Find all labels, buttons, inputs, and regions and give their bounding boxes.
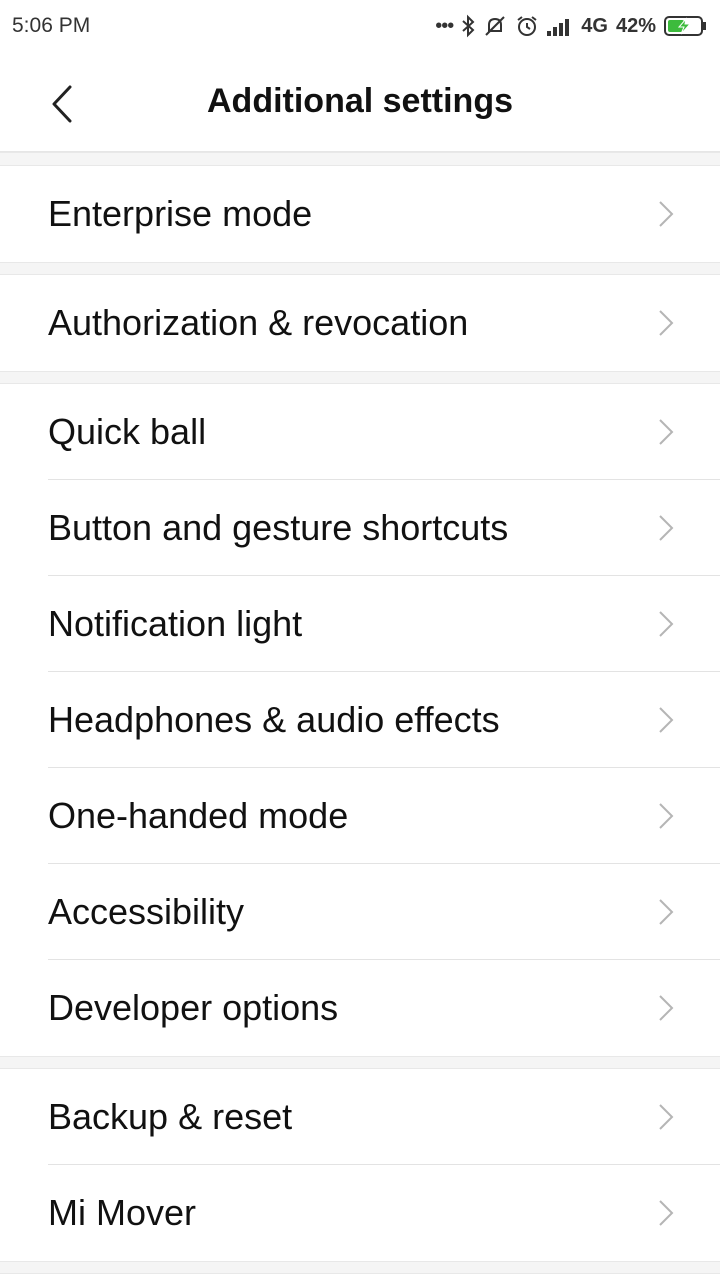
group-separator — [0, 152, 720, 166]
page-title: Additional settings — [207, 82, 513, 120]
list-item-one-handed-mode[interactable]: One-handed mode — [0, 768, 720, 864]
list-item-backup-reset[interactable]: Backup & reset — [0, 1069, 720, 1165]
list-item-authorization-revocation[interactable]: Authorization & revocation — [0, 275, 720, 371]
chevron-right-icon — [658, 898, 674, 926]
list-item-mi-mover[interactable]: Mi Mover — [0, 1165, 720, 1261]
signal-icon — [547, 16, 573, 36]
list-item-quick-ball[interactable]: Quick ball — [0, 384, 720, 480]
status-time: 5:06 PM — [12, 14, 91, 37]
network-type: 4G — [581, 14, 608, 37]
list-item-label: Backup & reset — [48, 1096, 293, 1137]
list-item-label: Developer options — [48, 987, 339, 1028]
chevron-right-icon — [658, 309, 674, 337]
group-separator — [0, 371, 720, 384]
list-item-label: Mi Mover — [48, 1192, 197, 1233]
chevron-right-icon — [658, 610, 674, 638]
battery-charging-icon — [664, 15, 708, 37]
chevron-right-icon — [658, 200, 674, 228]
list-item-notification-light[interactable]: Notification light — [0, 576, 720, 672]
chevron-right-icon — [658, 1103, 674, 1131]
list-item-label: Button and gesture shortcuts — [48, 507, 509, 548]
list-item-label: Notification light — [48, 603, 303, 644]
status-icons: ••• 4G 42% — [435, 14, 708, 38]
list-item-accessibility[interactable]: Accessibility — [0, 864, 720, 960]
bluetooth-icon — [461, 14, 475, 38]
list-item-label: Enterprise mode — [48, 193, 313, 234]
chevron-right-icon — [658, 418, 674, 446]
list-item-developer-options[interactable]: Developer options — [0, 960, 720, 1056]
chevron-right-icon — [658, 994, 674, 1022]
list-item-headphones-audio[interactable]: Headphones & audio effects — [0, 672, 720, 768]
back-button[interactable] — [40, 82, 84, 126]
chevron-right-icon — [658, 1199, 674, 1227]
battery-percent: 42% — [615, 14, 656, 37]
list-item-label: Authorization & revocation — [48, 302, 469, 343]
group-separator — [0, 262, 720, 275]
status-bar: 5:06 PM ••• 4G 42% — [0, 0, 720, 52]
alarm-icon — [515, 14, 539, 38]
list-item-label: Accessibility — [48, 891, 245, 932]
settings-list: Enterprise mode Authorization & revocati… — [0, 152, 720, 1274]
list-item-label: One-handed mode — [48, 795, 349, 836]
list-item-enterprise-mode[interactable]: Enterprise mode — [0, 166, 720, 262]
chevron-right-icon — [658, 514, 674, 542]
chevron-left-icon — [52, 85, 72, 123]
list-item-label: Quick ball — [48, 411, 207, 452]
list-item-label: Headphones & audio effects — [48, 699, 500, 740]
group-separator — [0, 1261, 720, 1274]
chevron-right-icon — [658, 802, 674, 830]
page-header: Additional settings — [0, 52, 720, 152]
chevron-right-icon — [658, 706, 674, 734]
mute-icon — [483, 14, 507, 38]
list-item-button-gesture-shortcuts[interactable]: Button and gesture shortcuts — [0, 480, 720, 576]
group-separator — [0, 1056, 720, 1069]
more-notifications-icon: ••• — [435, 14, 454, 37]
